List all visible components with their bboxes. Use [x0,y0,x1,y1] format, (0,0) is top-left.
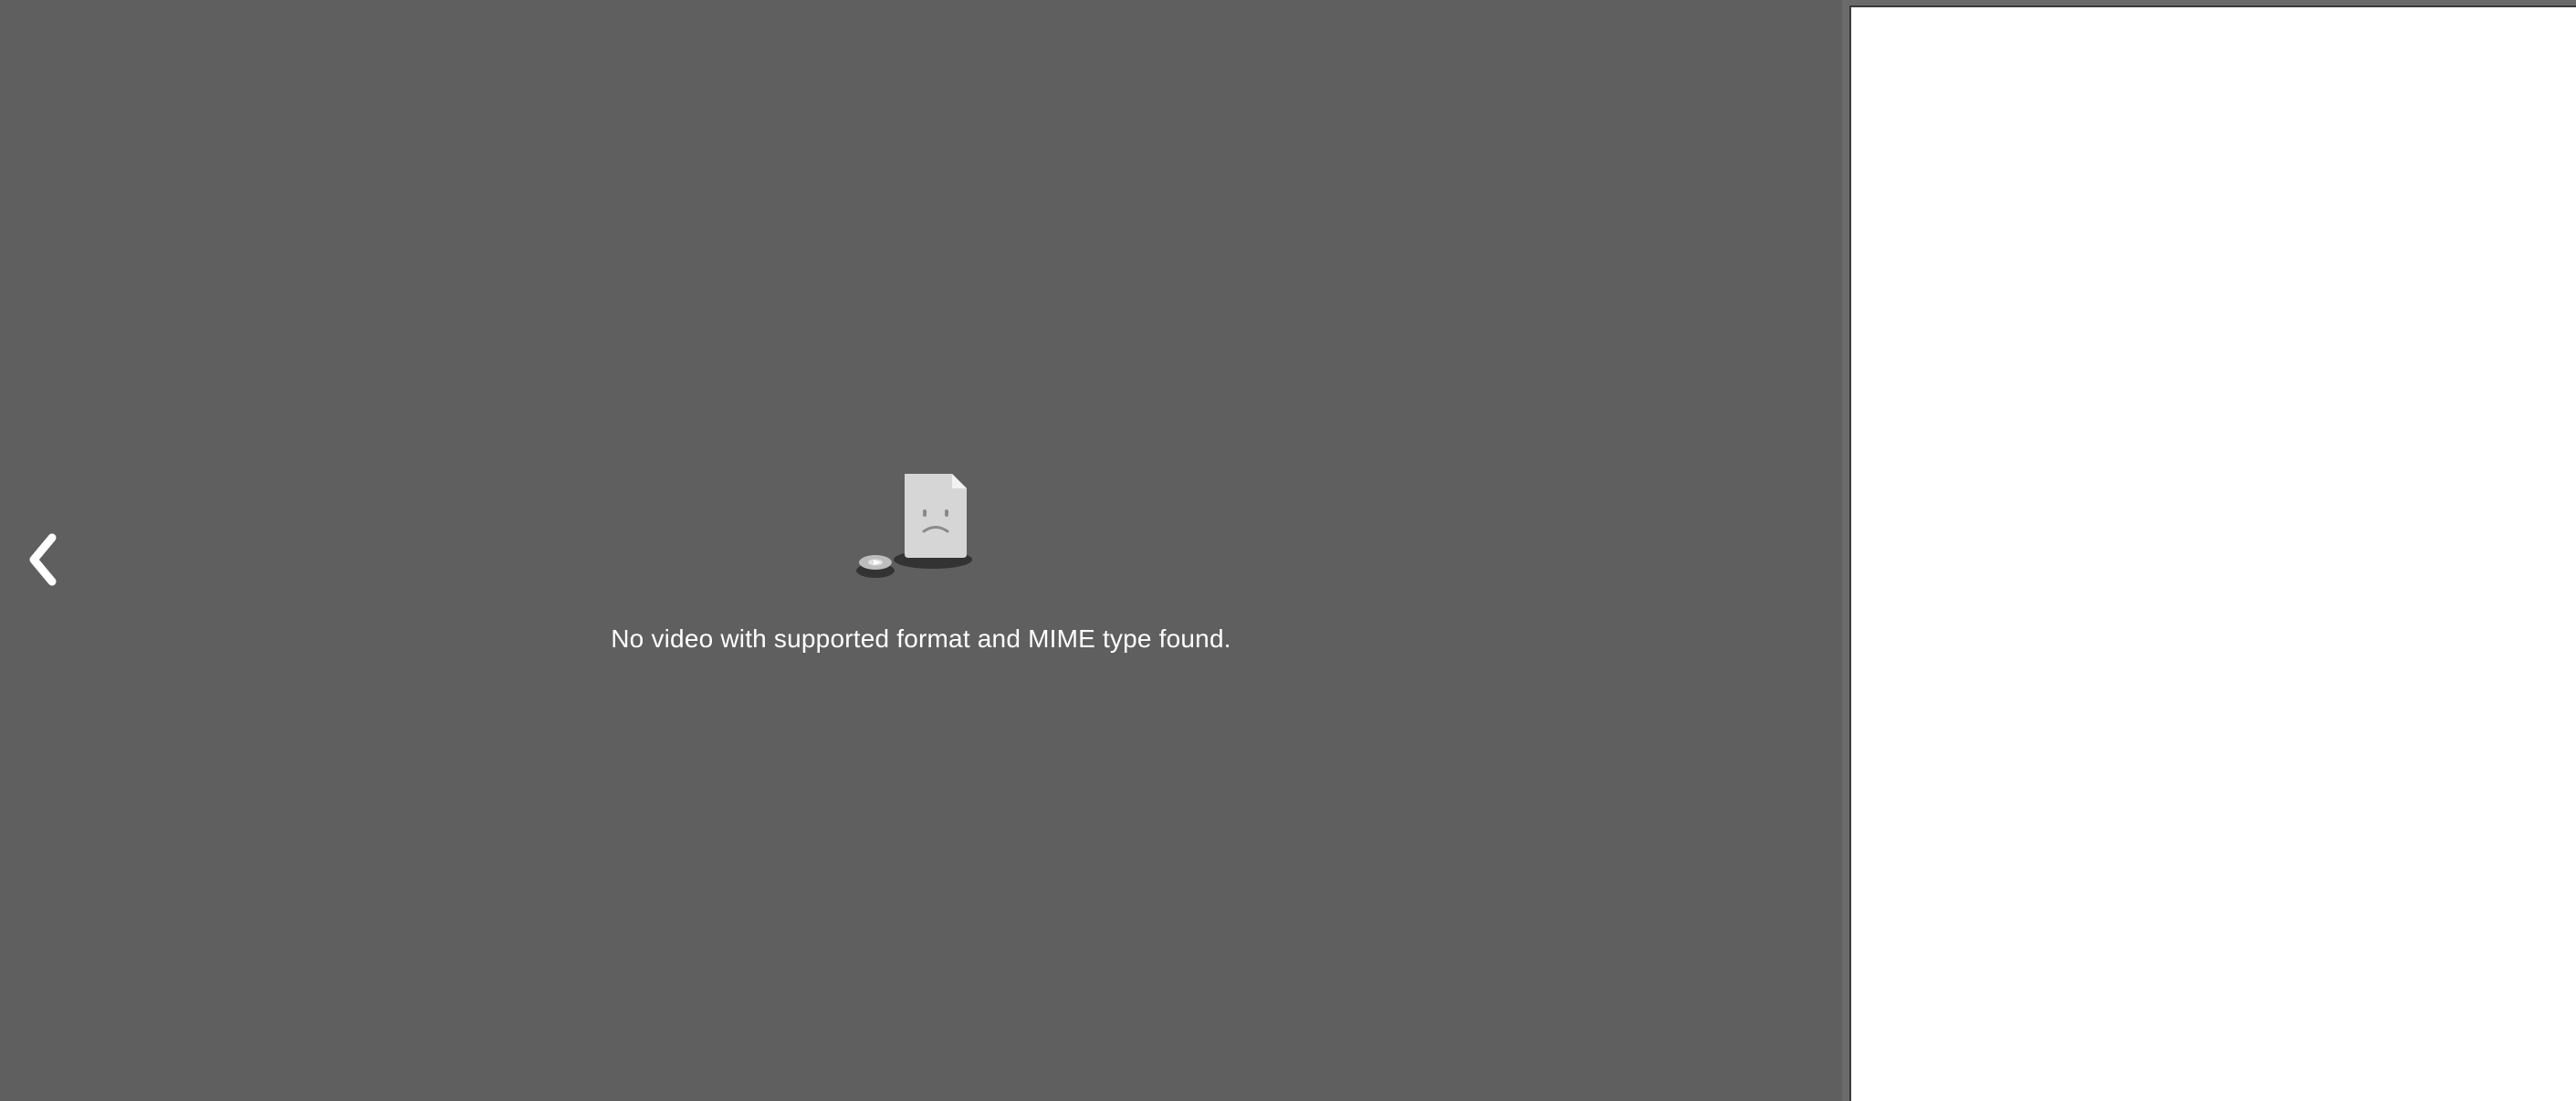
video-player[interactable]: No video with supported format and MIME … [0,0,1842,1101]
video-error: No video with supported format and MIME … [0,470,1842,654]
sad-document-icon [856,474,972,578]
app-root: No video with supported format and MIME … [0,0,2576,1101]
side-panel [1849,5,2576,1101]
error-message: No video with supported format and MIME … [611,624,1231,653]
